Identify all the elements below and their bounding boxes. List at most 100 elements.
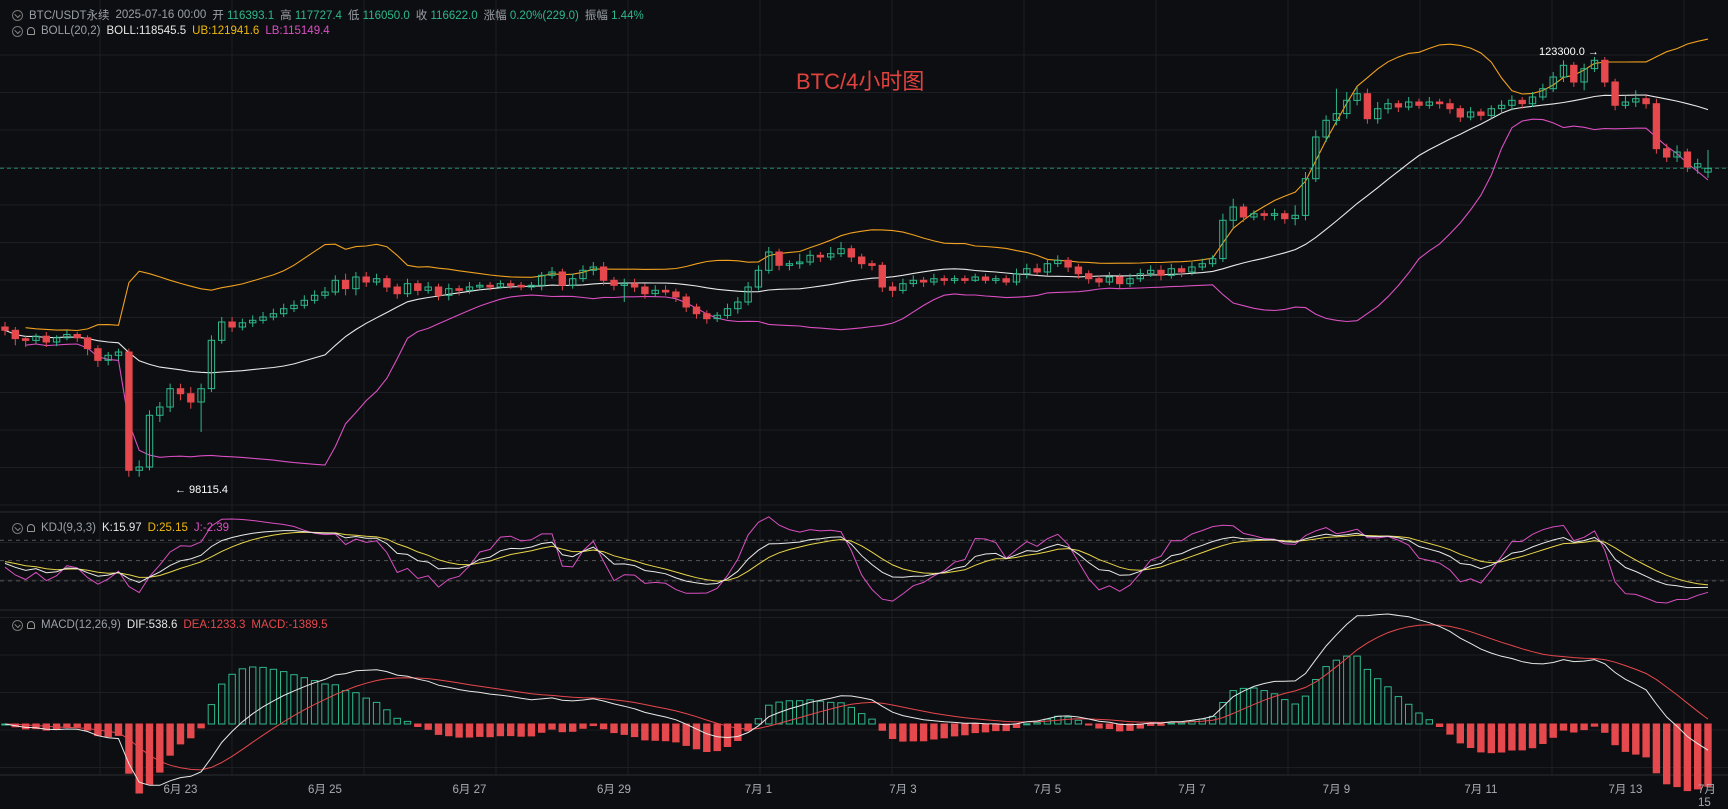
macd-histogram-bar bbox=[166, 723, 174, 756]
macd-dif-line bbox=[4, 613, 1709, 786]
candle bbox=[269, 308, 278, 321]
macd-histogram-bar bbox=[331, 684, 340, 725]
candle bbox=[765, 247, 773, 274]
macd-histogram-bar bbox=[796, 700, 804, 725]
candle-body bbox=[11, 329, 20, 340]
candle bbox=[393, 283, 401, 299]
kdj-j-value: J:-2.39 bbox=[193, 522, 230, 534]
candle bbox=[796, 253, 804, 269]
macd-histogram-bar bbox=[1466, 723, 1475, 748]
candle bbox=[981, 273, 990, 284]
candle bbox=[414, 280, 422, 296]
candle bbox=[744, 282, 752, 306]
candle bbox=[176, 383, 185, 401]
collapse-toggle-icon[interactable] bbox=[12, 25, 23, 37]
candle-body bbox=[1652, 103, 1661, 150]
macd-histogram-bar bbox=[63, 723, 71, 728]
candle-body bbox=[1611, 81, 1619, 106]
bell-icon[interactable] bbox=[27, 27, 35, 35]
candle-body bbox=[775, 251, 783, 266]
high-value: 117727.4 bbox=[294, 10, 342, 22]
candle bbox=[238, 318, 247, 331]
macd-histogram-bar bbox=[1270, 693, 1279, 725]
kdj-indicator-label[interactable]: KDJ(9,3,3) bbox=[41, 522, 96, 534]
macd-histogram-bar bbox=[538, 723, 546, 733]
candle bbox=[816, 252, 825, 262]
candle-body bbox=[1394, 103, 1403, 108]
bell-icon[interactable] bbox=[27, 524, 35, 532]
candle bbox=[434, 283, 443, 301]
candle bbox=[280, 303, 288, 317]
candle bbox=[517, 282, 525, 291]
macd-dea-value: DEA:1233.3 bbox=[183, 619, 246, 631]
close-label: 收 bbox=[415, 10, 428, 22]
macd-histogram-bar bbox=[341, 690, 350, 725]
macd-histogram-bar bbox=[1435, 723, 1444, 727]
candle bbox=[207, 335, 216, 392]
candle bbox=[1374, 102, 1382, 124]
low-value: 116050.0 bbox=[362, 10, 410, 22]
candle-body bbox=[1601, 59, 1609, 83]
high-price-annotation: 123300.0 → bbox=[1539, 46, 1599, 58]
x-tick-label: 7月 5 bbox=[1033, 784, 1062, 796]
candle bbox=[125, 348, 133, 477]
boll-indicator-label[interactable]: BOLL(20,2) bbox=[41, 25, 100, 37]
candle bbox=[496, 280, 505, 289]
macd-histogram-bar bbox=[465, 723, 474, 738]
candle bbox=[919, 277, 928, 287]
bell-icon[interactable] bbox=[27, 621, 35, 629]
candle bbox=[1477, 108, 1485, 121]
macd-histogram-bar bbox=[744, 723, 752, 732]
candle-body bbox=[1642, 98, 1650, 105]
candle-body bbox=[878, 264, 886, 288]
macd-histogram-bar bbox=[238, 668, 247, 725]
macd-histogram-bar bbox=[661, 723, 670, 742]
candle bbox=[940, 275, 948, 286]
candle bbox=[1064, 257, 1072, 272]
macd-histogram-bar bbox=[1508, 723, 1516, 751]
macd-histogram-bar bbox=[352, 692, 360, 725]
boll-middle-band bbox=[4, 94, 1709, 374]
macd-histogram-bar bbox=[1570, 723, 1578, 733]
candle bbox=[1270, 208, 1279, 221]
macd-histogram-bar bbox=[610, 723, 618, 734]
collapse-toggle-icon[interactable] bbox=[12, 9, 23, 21]
macd-histogram-bar bbox=[1147, 723, 1155, 726]
open-label: 开 bbox=[212, 10, 224, 22]
candle-body bbox=[1683, 151, 1692, 168]
collapse-toggle-icon[interactable] bbox=[12, 619, 23, 631]
macd-histogram-bar bbox=[630, 723, 639, 738]
macd-histogram-bar bbox=[1074, 719, 1083, 725]
macd-histogram-bar bbox=[393, 717, 401, 725]
macd-histogram-bar bbox=[434, 723, 443, 735]
candle bbox=[1405, 97, 1413, 111]
collapse-toggle-icon[interactable] bbox=[12, 522, 23, 534]
macd-histogram-bar bbox=[269, 668, 278, 725]
kdj-d-value: D:25.15 bbox=[147, 522, 188, 534]
candle-body bbox=[1177, 268, 1186, 273]
candle bbox=[145, 410, 154, 471]
macd-histogram-bar bbox=[1281, 699, 1289, 725]
x-tick-label: 7月 9 bbox=[1322, 784, 1351, 796]
macd-histogram-bar bbox=[1425, 719, 1433, 725]
candle-body bbox=[1085, 273, 1093, 280]
macd-histogram-bar bbox=[878, 723, 886, 731]
candle bbox=[558, 268, 566, 291]
macd-histogram-bar bbox=[1663, 723, 1671, 785]
candle-body bbox=[888, 286, 897, 291]
candle-body bbox=[73, 334, 81, 339]
symbol-label[interactable]: BTC/USDT永续 bbox=[29, 7, 110, 23]
amplitude-label: 振幅 bbox=[584, 10, 608, 22]
candle-body bbox=[187, 393, 195, 403]
candle-body bbox=[414, 283, 422, 291]
candle bbox=[610, 277, 618, 291]
macd-indicator-label[interactable]: MACD(12,26,9) bbox=[41, 619, 121, 631]
macd-histogram-bar bbox=[858, 713, 866, 725]
high-label: 高 bbox=[280, 10, 292, 22]
candle-body bbox=[1, 326, 9, 331]
macd-histogram-bar bbox=[589, 723, 597, 727]
candle-body bbox=[1446, 103, 1454, 110]
candle bbox=[310, 290, 319, 304]
candlestick-chart[interactable] bbox=[0, 0, 1728, 801]
candle bbox=[682, 293, 690, 312]
